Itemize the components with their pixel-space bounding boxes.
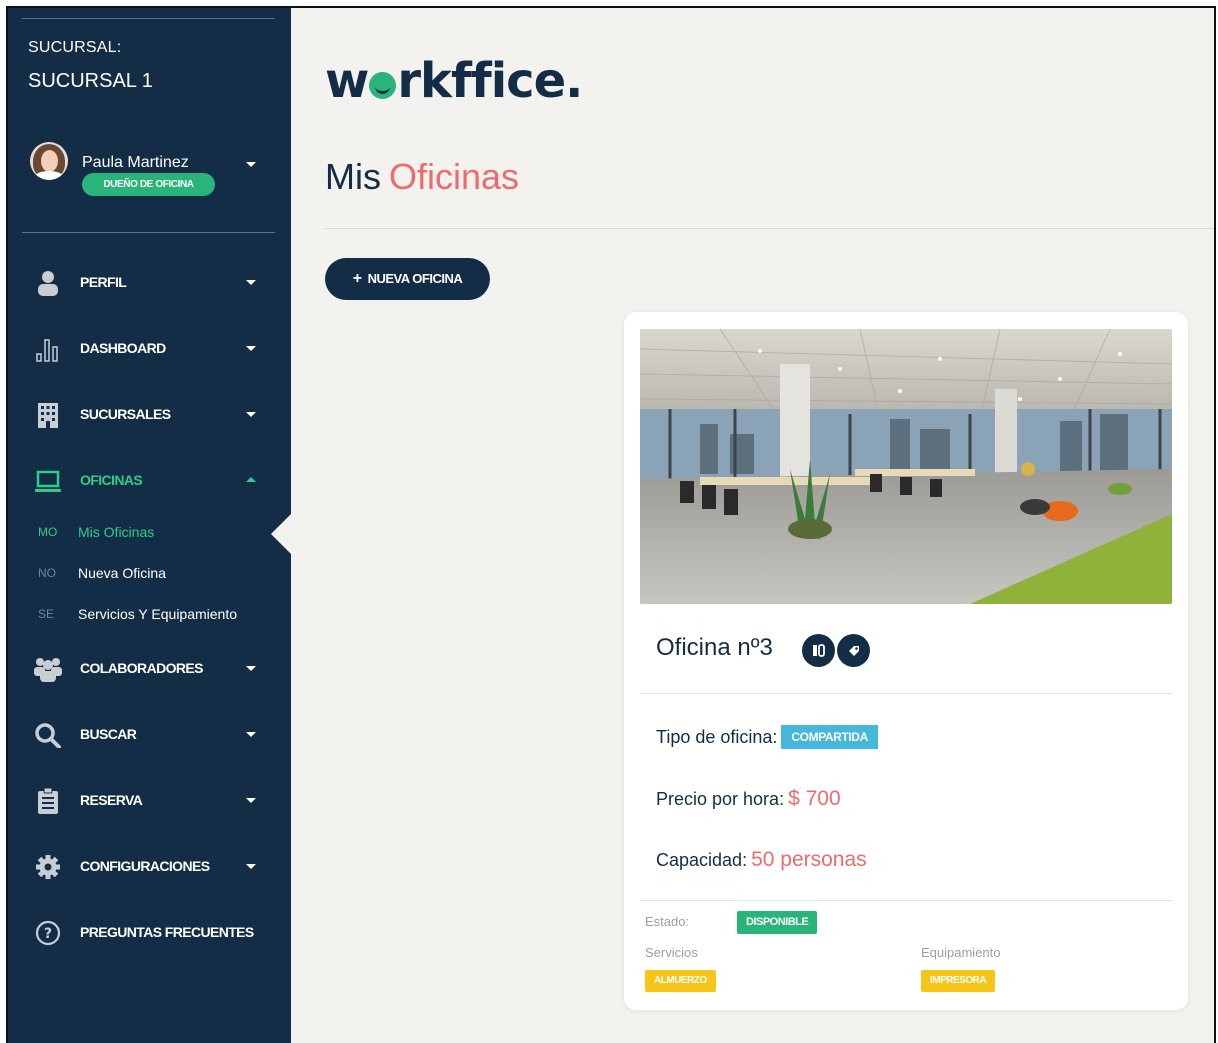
chevron-down-icon xyxy=(246,666,256,671)
app-window: SUCURSAL: SUCURSAL 1 Paula Martinez DUEÑ… xyxy=(6,6,1216,1043)
card-divider xyxy=(640,693,1172,694)
users-icon xyxy=(34,658,62,682)
state-badge: DISPONIBLE xyxy=(737,911,818,934)
sidebar-item-colaboradores[interactable]: COLABORADORES xyxy=(8,648,291,688)
user-menu[interactable]: Paula Martinez DUEÑO DE OFICINA xyxy=(30,142,270,196)
subnav-item-nueva-oficina[interactable]: NO Nueva Oficina xyxy=(8,562,291,586)
chevron-down-icon xyxy=(246,798,256,803)
chevron-down-icon xyxy=(246,732,256,737)
sidebar-item-sucursales[interactable]: SUCURSALES xyxy=(8,394,291,434)
building-icon xyxy=(38,403,58,428)
office-type-badge: COMPARTIDA xyxy=(781,725,878,749)
edit-icon xyxy=(813,644,825,657)
office-capacity: Capacidad: 50 personas xyxy=(656,848,867,872)
subnav-label: Mis Oficinas xyxy=(78,524,155,540)
sidebar-item-perfil[interactable]: PERFIL xyxy=(8,262,291,302)
office-card: Oficina nº3 Tipo de oficina: COMPARTIDA P… xyxy=(624,312,1188,1010)
office-price: Precio por hora: $ 700 xyxy=(656,787,841,811)
user-name: Paula Martinez xyxy=(82,154,189,171)
subnav-abbr: SE xyxy=(38,607,55,621)
laptop-icon xyxy=(35,470,61,492)
chevron-down-icon xyxy=(246,280,256,285)
office-title: Oficina nº3 xyxy=(656,634,773,661)
chevron-down-icon xyxy=(246,412,256,417)
sidebar-item-label: SUCURSALES xyxy=(80,406,171,422)
service-badge: ALMUERZO xyxy=(645,970,716,992)
new-office-button-label: NUEVA OFICINA xyxy=(367,271,463,286)
sidebar-item-label: OFICINAS xyxy=(80,472,143,488)
logo-smile-icon xyxy=(369,72,397,99)
state-label: Estado: xyxy=(645,914,690,929)
sidebar-divider xyxy=(22,232,275,233)
sidebar-item-label: BUSCAR xyxy=(80,726,137,742)
tag-office-button[interactable] xyxy=(837,634,870,667)
sidebar-item-label: PERFIL xyxy=(80,274,127,290)
sidebar-item-configuraciones[interactable]: CONFIGURACIONES xyxy=(8,846,291,886)
sidebar-item-label: DASHBOARD xyxy=(80,340,166,356)
sidebar-item-buscar[interactable]: BUSCAR xyxy=(8,714,291,754)
search-icon xyxy=(35,723,61,748)
title-divider xyxy=(325,228,1214,229)
page-title-text: Mis xyxy=(325,156,381,197)
sidebar-item-label: CONFIGURACIONES xyxy=(80,858,210,874)
page-title-accent: Oficinas xyxy=(389,156,520,197)
equipment-badge: IMPRESORA xyxy=(921,970,996,992)
branch-label: SUCURSAL: xyxy=(28,39,122,56)
chevron-up-icon xyxy=(246,477,256,482)
user-icon xyxy=(38,271,58,296)
card-divider xyxy=(640,900,1172,901)
office-type-label: Tipo de oficina: xyxy=(656,727,778,747)
bar-chart-icon xyxy=(36,339,58,362)
sidebar-divider xyxy=(22,18,275,19)
edit-office-button[interactable] xyxy=(802,634,835,667)
plus-icon: + xyxy=(352,270,362,287)
office-price-label: Precio por hora: xyxy=(656,789,785,809)
chevron-down-icon xyxy=(246,346,256,351)
sidebar-item-reserva[interactable]: RESERVA xyxy=(8,780,291,820)
subnav-abbr: NO xyxy=(38,566,56,580)
active-indicator xyxy=(271,514,291,554)
sidebar-item-preguntas-frecuentes[interactable]: ? PREGUNTAS FRECUENTES xyxy=(8,912,291,952)
office-photo xyxy=(640,329,1172,604)
subnav-label: Servicios Y Equipamiento xyxy=(78,606,238,622)
logo: w rkffice. xyxy=(325,53,583,109)
subnav-label: Nueva Oficina xyxy=(78,565,166,581)
subnav-item-mis-oficinas[interactable]: MO Mis Oficinas xyxy=(8,521,291,545)
main-content: wrkffice. MisOficinas + NUEVA OFICINA xyxy=(291,8,1214,1043)
branch-name: SUCURSAL 1 xyxy=(28,70,153,92)
chevron-down-icon xyxy=(246,864,256,869)
avatar xyxy=(30,142,68,180)
chevron-down-icon[interactable] xyxy=(246,162,256,167)
question-icon: ? xyxy=(35,920,61,946)
tag-icon xyxy=(849,646,859,656)
svg-text:?: ? xyxy=(44,926,52,942)
user-role-badge: DUEÑO DE OFICINA xyxy=(82,173,215,196)
office-type: Tipo de oficina: COMPARTIDA xyxy=(656,725,878,749)
equipment-label: Equipamiento xyxy=(921,945,1001,960)
subnav-item-servicios[interactable]: SE Servicios Y Equipamiento xyxy=(8,603,291,627)
services-label: Servicios xyxy=(645,945,698,960)
office-capacity-value: 50 personas xyxy=(751,848,867,871)
sidebar-item-label: COLABORADORES xyxy=(80,660,203,676)
new-office-button[interactable]: + NUEVA OFICINA xyxy=(325,258,490,300)
sidebar: SUCURSAL: SUCURSAL 1 Paula Martinez DUEÑ… xyxy=(8,8,291,1043)
gear-icon xyxy=(36,855,60,879)
page-title: Mis Oficinas xyxy=(325,156,519,198)
sidebar-item-dashboard[interactable]: DASHBOARD xyxy=(8,328,291,368)
sidebar-item-label: PREGUNTAS FRECUENTES xyxy=(80,924,254,940)
subnav-abbr: MO xyxy=(38,525,58,539)
sidebar-item-label: RESERVA xyxy=(80,792,143,808)
office-price-value: $ 700 xyxy=(788,787,841,810)
office-capacity-label: Capacidad: xyxy=(656,850,748,870)
sidebar-item-oficinas[interactable]: OFICINAS xyxy=(8,460,291,500)
clipboard-icon xyxy=(38,788,58,814)
